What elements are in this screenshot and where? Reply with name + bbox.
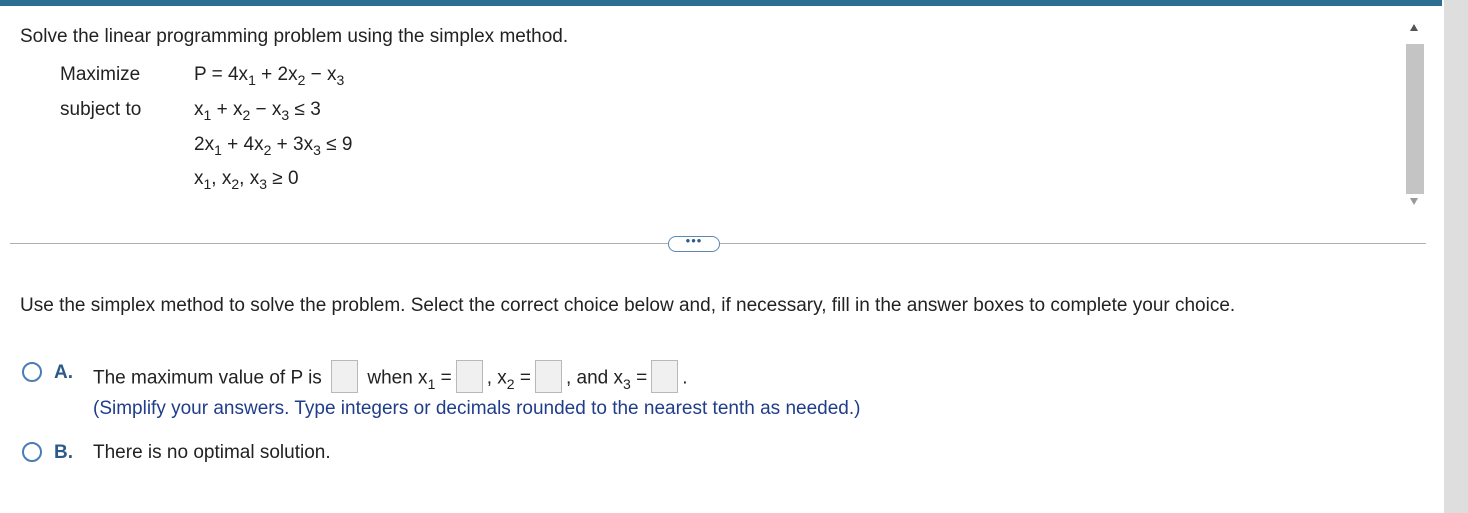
x1-value-input[interactable]	[455, 360, 483, 393]
question-intro: Solve the linear programming problem usi…	[20, 26, 569, 47]
choice-a-text: The maximum value of P is when x1 =, x2 …	[93, 360, 687, 395]
x3-value-input[interactable]	[651, 360, 679, 393]
constraint-2: 2x1 + 4x2 + 3x3 ≤ 9	[194, 134, 353, 158]
scroll-up-arrow-icon[interactable]	[1410, 24, 1418, 31]
scroll-thumb[interactable]	[1406, 44, 1424, 194]
expand-more-button[interactable]: •••	[668, 234, 720, 252]
scroll-down-arrow-icon[interactable]	[1410, 198, 1418, 205]
subject-to-label: subject to	[60, 99, 142, 120]
choice-a-radio[interactable]	[22, 362, 42, 382]
objective-function: P = 4x1 + 2x2 − x3	[194, 64, 345, 88]
choice-b-radio[interactable]	[22, 442, 42, 462]
x2-value-input[interactable]	[534, 360, 562, 393]
choice-b-letter: B.	[54, 442, 73, 463]
page-scrollbar[interactable]	[1444, 0, 1468, 513]
answer-instructions: Use the simplex method to solve the prob…	[20, 295, 1236, 316]
choice-a-letter: A.	[54, 362, 73, 383]
p-value-input[interactable]	[331, 360, 359, 393]
maximize-label: Maximize	[60, 64, 141, 85]
question-scrollbar[interactable]	[1404, 14, 1426, 212]
question-pane: Solve the linear programming problem usi…	[0, 6, 1400, 226]
constraint-nonnegativity: x1, x2, x3 ≥ 0	[194, 168, 299, 192]
page-scroll-thumb[interactable]	[1444, 0, 1468, 513]
constraint-1: x1 + x2 − x3 ≤ 3	[194, 99, 321, 123]
choice-a-hint: (Simplify your answers. Type integers or…	[93, 398, 861, 419]
choice-b-text: There is no optimal solution.	[93, 442, 331, 463]
